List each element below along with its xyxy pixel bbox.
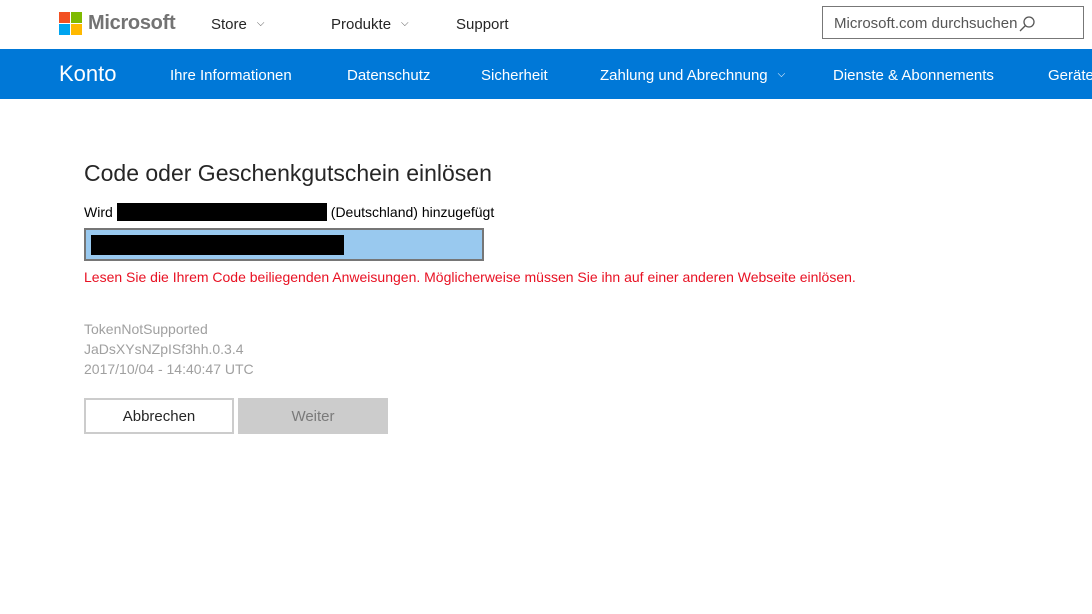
- account-brand[interactable]: Konto: [59, 61, 117, 87]
- logo-text: Microsoft: [88, 12, 176, 34]
- tab-geraete[interactable]: Geräte: [1048, 67, 1092, 84]
- added-suffix: (Deutschland) hinzugefügt: [330, 204, 495, 220]
- code-input[interactable]: [84, 228, 484, 261]
- tab-datenschutz[interactable]: Datenschutz: [347, 67, 430, 84]
- microsoft-logo-icon: [59, 12, 82, 35]
- top-header: Microsoft Store ⌵ Produkte ⌵ Support Mic…: [0, 0, 1092, 49]
- error-code: TokenNotSupported: [84, 321, 208, 337]
- chevron-down-icon: ⌵: [256, 18, 265, 29]
- page-title: Code oder Geschenkgutschein einlösen: [84, 160, 492, 186]
- tab-dienste-abonnements[interactable]: Dienste & Abonnements: [833, 67, 994, 84]
- search-input[interactable]: Microsoft.com durchsuchen: [834, 15, 1017, 32]
- added-to-account-text: Wird (Deutschland) hinzugefügt: [84, 203, 494, 221]
- tab-zahlung-und-abrechnung[interactable]: Zahlung und Abrechnung ⌵: [600, 67, 785, 84]
- nav-support[interactable]: Support: [456, 16, 509, 33]
- added-prefix: Wird: [84, 204, 113, 220]
- chevron-down-icon: ⌵: [401, 18, 409, 29]
- correlation-id: JaDsXYsNZpISf3hh.0.3.4: [84, 341, 244, 357]
- nav-produkte-label: Produkte: [331, 16, 392, 33]
- redacted-account-name: [116, 203, 327, 221]
- tab-sicherheit[interactable]: Sicherheit: [481, 67, 548, 84]
- tab-ihre-informationen[interactable]: Ihre Informationen: [170, 67, 292, 84]
- next-button[interactable]: Weiter: [238, 398, 388, 434]
- nav-store-label: Store: [211, 16, 247, 33]
- nav-store[interactable]: Store ⌵: [211, 16, 264, 33]
- error-message: Lesen Sie die Ihrem Code beiliegenden An…: [84, 269, 856, 285]
- microsoft-logo[interactable]: Microsoft: [59, 12, 176, 35]
- search-box[interactable]: Microsoft.com durchsuchen: [822, 6, 1084, 39]
- chevron-down-icon: ⌵: [777, 69, 786, 80]
- nav-support-label: Support: [456, 16, 509, 33]
- redacted-code-value: [91, 235, 344, 255]
- cancel-button[interactable]: Abbrechen: [84, 398, 234, 434]
- nav-produkte[interactable]: Produkte ⌵: [331, 16, 409, 33]
- search-icon[interactable]: [1018, 15, 1036, 33]
- timestamp: 2017/10/04 - 14:40:47 UTC: [84, 361, 254, 377]
- account-nav-bar: Konto Ihre Informationen Datenschutz Sic…: [0, 49, 1092, 99]
- tab-zahlung-label: Zahlung und Abrechnung: [600, 67, 768, 84]
